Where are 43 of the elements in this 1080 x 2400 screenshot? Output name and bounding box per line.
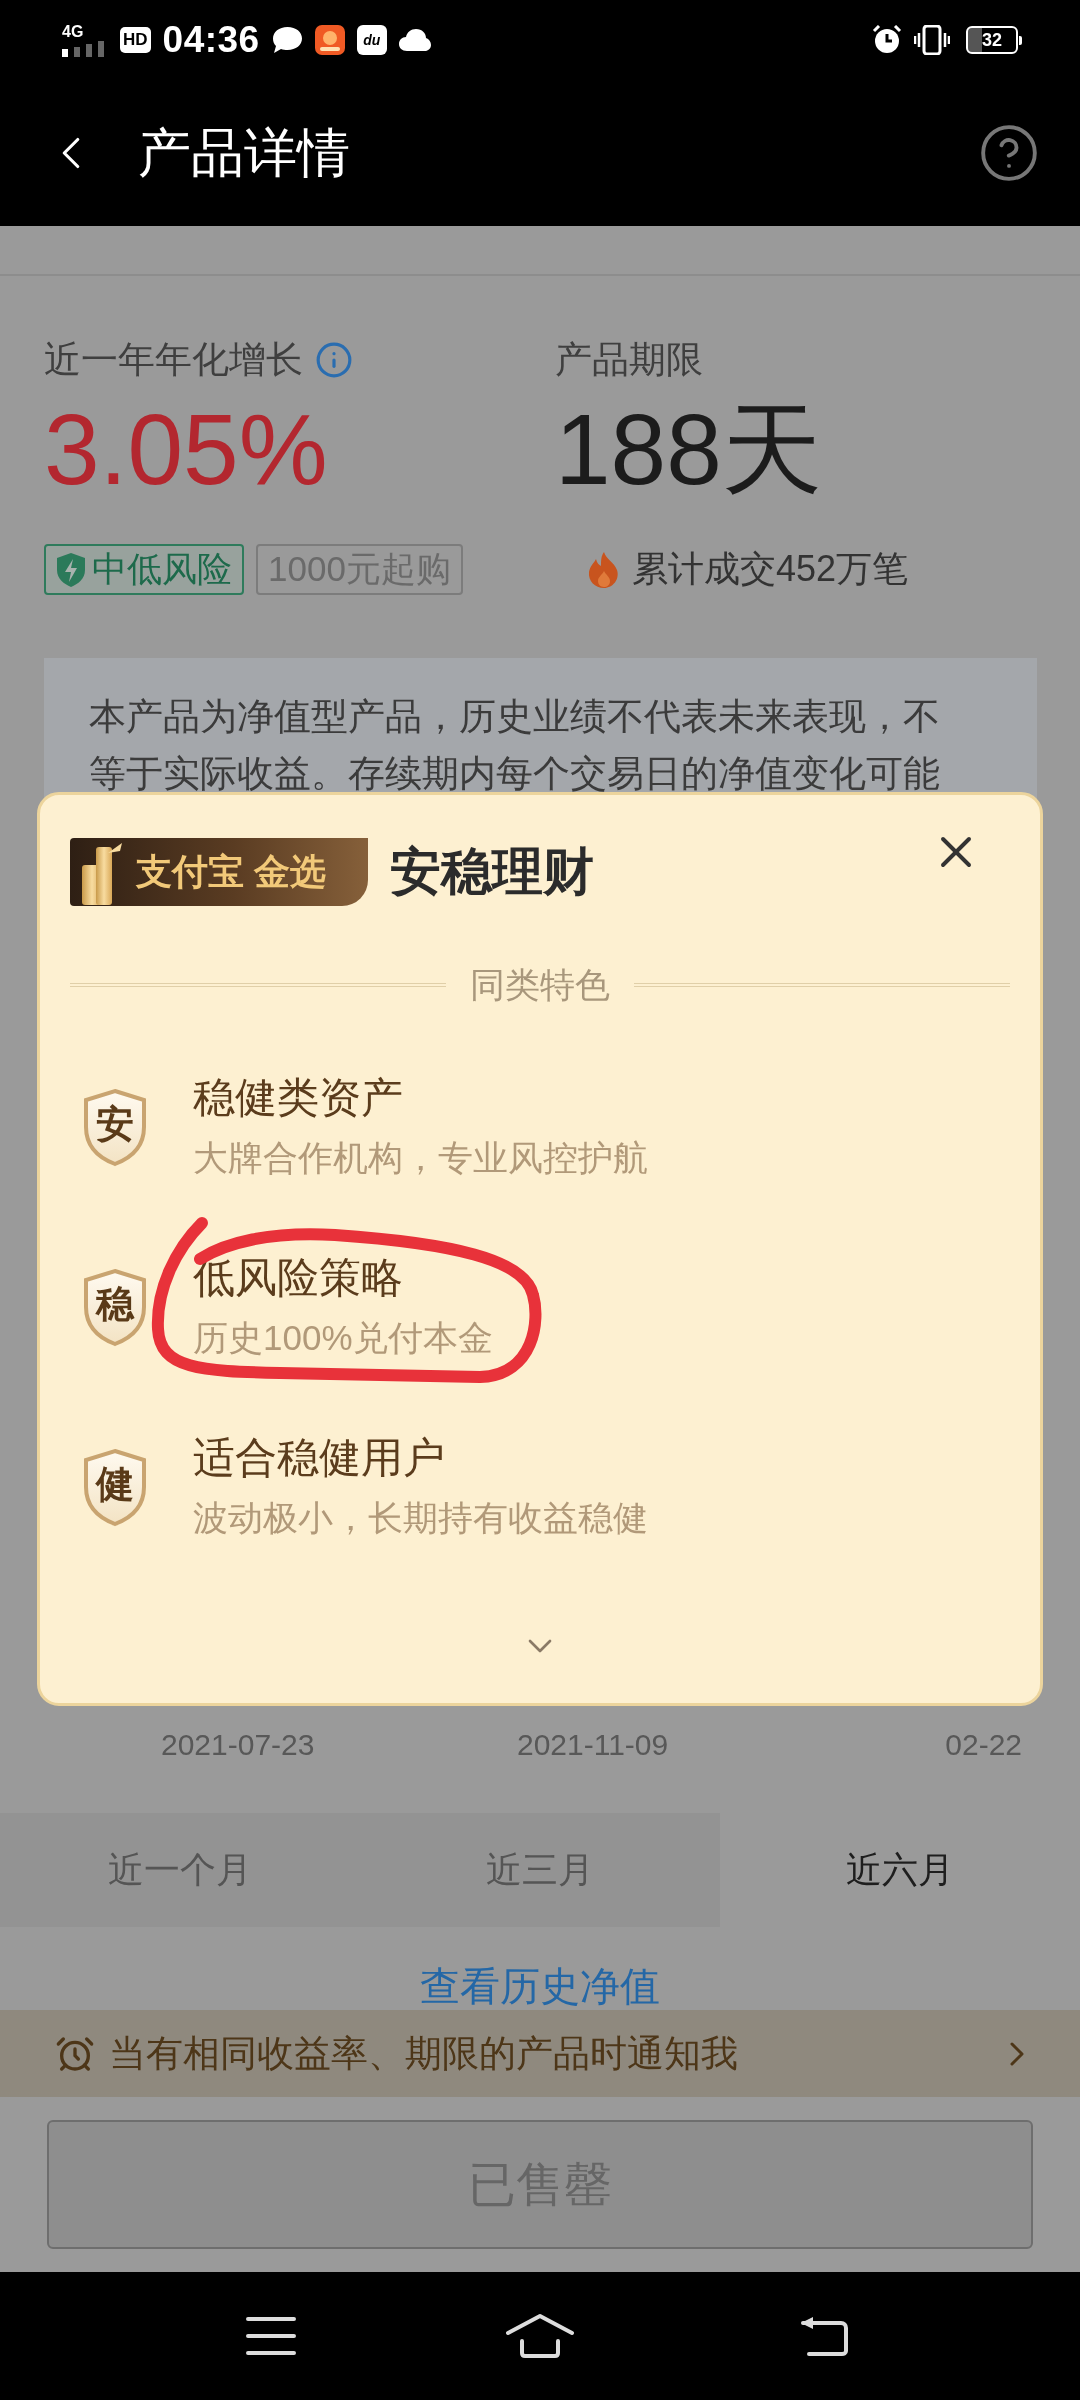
period-tab[interactable]: 近三月	[360, 1813, 720, 1927]
section-heading: 同类特色	[470, 965, 610, 1005]
axis-date-label: 2021-11-09	[517, 1727, 670, 1763]
back-nav-button[interactable]	[799, 2315, 849, 2357]
return-arrow-icon	[799, 2315, 849, 2357]
yield-value: 3.05%	[44, 394, 329, 504]
feature-title: 适合稳健用户	[193, 1433, 446, 1483]
feature-title: 稳健类资产	[193, 1073, 404, 1123]
vibrate-icon	[914, 25, 950, 55]
clock-time: 04:36	[162, 18, 260, 62]
feature-subtitle: 大牌合作机构，专业风控护航	[193, 1137, 648, 1179]
feature-subtitle: 历史100%兑付本金	[193, 1317, 493, 1359]
home-icon	[505, 2313, 575, 2359]
shield-bolt-icon	[56, 551, 86, 588]
alarm-icon	[872, 25, 902, 55]
yield-label: 近一年年化增长	[44, 338, 303, 382]
notify-bar[interactable]: 当有相同收益率、期限的产品时通知我	[0, 2010, 1080, 2097]
feature-title: 低风险策略	[193, 1253, 404, 1303]
feature-subtitle: 波动极小，长期持有收益稳健	[193, 1497, 648, 1539]
app-icon	[314, 25, 345, 55]
network-label: 4G	[62, 23, 84, 40]
notify-text: 当有相同收益率、期限的产品时通知我	[109, 2031, 738, 2076]
help-button[interactable]	[978, 122, 1040, 184]
menu-button[interactable]	[246, 2316, 296, 2356]
term-label: 产品期限	[555, 338, 703, 382]
axis-date-label: 02-22	[945, 1727, 1022, 1763]
app-badge: du	[356, 25, 387, 55]
chat-bubble-icon	[271, 26, 303, 54]
axis-date-label: 2021-07-23	[161, 1727, 316, 1763]
risk-tag: 中低风险	[44, 544, 244, 595]
cloud-icon	[398, 28, 431, 52]
home-button[interactable]	[505, 2313, 575, 2359]
sales-count: 累计成交452万笔	[632, 547, 909, 591]
menu-icon	[246, 2316, 296, 2356]
period-tab[interactable]: 近一个月	[0, 1813, 360, 1927]
period-tab[interactable]: 近六月	[720, 1813, 1080, 1927]
popup-title: 安稳理财	[390, 841, 594, 902]
help-icon	[978, 122, 1040, 184]
hd-badge: HD	[120, 27, 151, 53]
page-title: 产品详情	[138, 122, 350, 184]
history-link[interactable]: 查看历史净值	[420, 1962, 660, 2010]
term-value: 188天	[555, 394, 823, 504]
brand-name: 支付宝 金选	[136, 849, 326, 894]
